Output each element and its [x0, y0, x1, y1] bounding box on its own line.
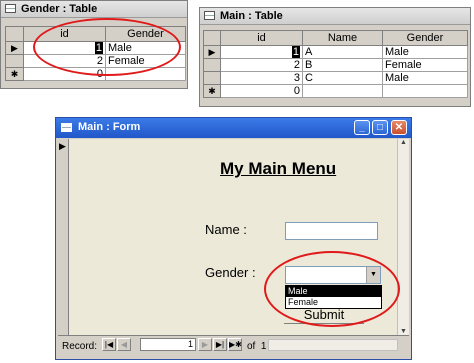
- main-form-title: Main : Form: [78, 121, 141, 133]
- column-header-gender[interactable]: Gender: [105, 26, 186, 42]
- cell-name[interactable]: [302, 84, 383, 98]
- current-record-icon[interactable]: ▶: [5, 41, 24, 55]
- cell-id[interactable]: 1: [23, 41, 106, 55]
- gender-table-titlebar[interactable]: Gender : Table: [1, 1, 187, 18]
- table-icon: [5, 4, 16, 13]
- gender-datasheet: id Gender ▶ 1 Male 2 Female ✱ 0: [5, 26, 186, 81]
- row-selector[interactable]: [203, 58, 221, 72]
- main-datasheet: id Name Gender ▶ 1 A Male 2 B Female 3 C…: [203, 30, 468, 98]
- record-total: of 1: [247, 341, 267, 352]
- column-header-id[interactable]: id: [23, 26, 106, 42]
- cell-gender[interactable]: Female: [105, 54, 186, 68]
- table-row[interactable]: ✱ 0: [203, 84, 468, 98]
- cell-name[interactable]: C: [302, 71, 383, 85]
- close-button[interactable]: ✕: [391, 120, 407, 135]
- name-input[interactable]: [285, 222, 378, 240]
- gender-combobox[interactable]: ▼: [285, 266, 381, 284]
- gender-table-window: Gender : Table id Gender ▶ 1 Male 2 Fema…: [0, 0, 188, 89]
- column-header-corner[interactable]: [5, 26, 24, 42]
- record-selector[interactable]: ▶: [58, 139, 69, 335]
- cell-gender[interactable]: Male: [382, 71, 468, 85]
- cell-id[interactable]: 3: [220, 71, 303, 85]
- horizontal-scrollbar[interactable]: [268, 339, 398, 351]
- cell-name[interactable]: A: [302, 45, 383, 59]
- cell-gender[interactable]: [382, 84, 468, 98]
- next-record-button[interactable]: ▶: [198, 338, 212, 351]
- cell-gender[interactable]: Male: [105, 41, 186, 55]
- scroll-up-icon[interactable]: ▲: [400, 139, 407, 146]
- gender-label: Gender :: [205, 265, 256, 280]
- page-title: My Main Menu: [220, 159, 337, 178]
- cell-id[interactable]: 2: [23, 54, 106, 68]
- main-table-window: Main : Table id Name Gender ▶ 1 A Male 2…: [199, 7, 471, 107]
- last-record-button[interactable]: ▶|: [213, 338, 227, 351]
- table-icon: [204, 11, 215, 20]
- cell-id[interactable]: 0: [23, 67, 106, 81]
- column-header-gender[interactable]: Gender: [382, 30, 468, 46]
- name-label: Name :: [205, 222, 247, 237]
- column-header-corner[interactable]: [203, 30, 221, 46]
- cell-gender[interactable]: [105, 67, 186, 81]
- row-selector[interactable]: [203, 71, 221, 85]
- scroll-down-icon[interactable]: ▼: [400, 328, 407, 335]
- main-form-titlebar[interactable]: Main : Form _ □ ✕: [56, 118, 411, 138]
- new-record-button[interactable]: ▶✱: [228, 338, 242, 351]
- table-row[interactable]: ✱ 0: [5, 67, 186, 81]
- cell-id[interactable]: 2: [220, 58, 303, 72]
- cell-gender[interactable]: Female: [382, 58, 468, 72]
- current-record-icon: ▶: [59, 141, 66, 151]
- main-form-window: Main : Form _ □ ✕ ▶ ▲ ▼ My Main Menu Nam…: [55, 117, 412, 360]
- column-header-name[interactable]: Name: [302, 30, 383, 46]
- record-number-input[interactable]: 1: [140, 338, 196, 351]
- maximize-button[interactable]: □: [372, 120, 388, 135]
- current-record-icon[interactable]: ▶: [203, 45, 221, 59]
- cell-id[interactable]: 0: [220, 84, 303, 98]
- table-row[interactable]: 2 B Female: [203, 58, 468, 72]
- gender-dropdown-list: Male Female: [285, 285, 382, 309]
- chevron-down-icon[interactable]: ▼: [366, 267, 380, 283]
- new-record-icon[interactable]: ✱: [5, 67, 24, 81]
- previous-record-button[interactable]: ◀: [117, 338, 131, 351]
- gender-table-title: Gender : Table: [21, 3, 98, 15]
- first-record-button[interactable]: |◀: [102, 338, 116, 351]
- new-record-icon[interactable]: ✱: [203, 84, 221, 98]
- minimize-button[interactable]: _: [354, 120, 370, 135]
- main-table-title: Main : Table: [220, 10, 283, 22]
- cell-gender[interactable]: Male: [382, 45, 468, 59]
- cell-id[interactable]: 1: [220, 45, 303, 59]
- table-row[interactable]: ▶ 1 A Male: [203, 45, 468, 59]
- table-row[interactable]: 2 Female: [5, 54, 186, 68]
- form-icon: [61, 123, 72, 132]
- dropdown-option-male[interactable]: Male: [286, 286, 381, 297]
- vertical-scrollbar[interactable]: ▲ ▼: [397, 139, 409, 335]
- table-row[interactable]: ▶ 1 Male: [5, 41, 186, 55]
- column-header-id[interactable]: id: [220, 30, 303, 46]
- submit-button[interactable]: Submit: [284, 308, 364, 324]
- table-row[interactable]: 3 C Male: [203, 71, 468, 85]
- row-selector[interactable]: [5, 54, 24, 68]
- main-table-titlebar[interactable]: Main : Table: [200, 8, 470, 25]
- record-label: Record:: [62, 341, 98, 352]
- cell-name[interactable]: B: [302, 58, 383, 72]
